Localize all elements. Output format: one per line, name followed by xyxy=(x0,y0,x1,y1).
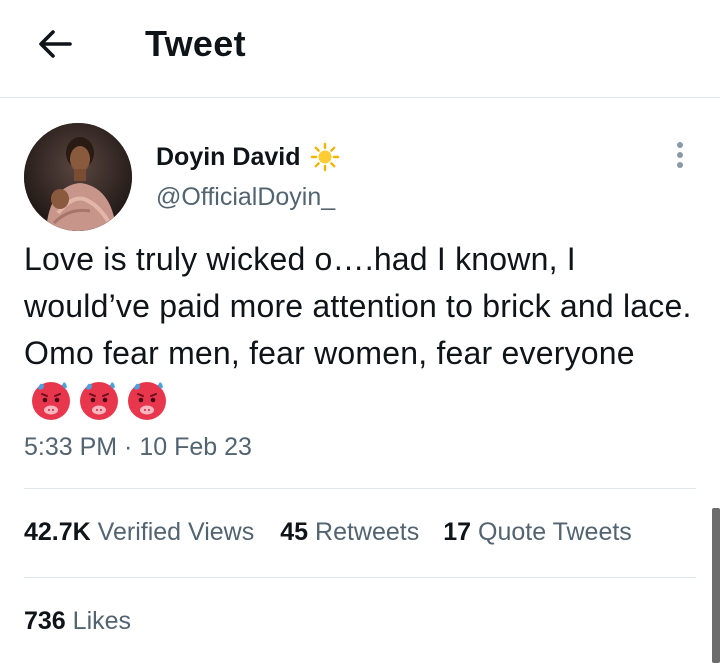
arrow-left-icon xyxy=(39,30,72,58)
anxious-sweat-face-emoji xyxy=(128,382,166,420)
views-count: 42.7K xyxy=(24,518,91,546)
quote-tweets-stat[interactable]: 17 Quote Tweets xyxy=(443,515,632,549)
engagement-stats: 42.7K Verified Views 45 Retweets 17 Quot… xyxy=(24,515,632,549)
views-stat[interactable]: 42.7K Verified Views xyxy=(24,515,254,549)
emoji-group xyxy=(30,379,168,421)
avatar[interactable] xyxy=(24,123,132,231)
more-options-button[interactable] xyxy=(664,138,696,172)
retweets-label: Retweets xyxy=(315,518,420,546)
display-name[interactable]: Doyin David xyxy=(156,141,300,173)
anxious-sweat-face-emoji xyxy=(80,382,118,420)
retweets-stat[interactable]: 45 Retweets xyxy=(280,515,419,549)
back-button[interactable] xyxy=(30,22,80,66)
anxious-sweat-face-emoji xyxy=(32,382,70,420)
divider xyxy=(24,488,696,489)
author-name-row[interactable]: Doyin David xyxy=(156,141,340,173)
tweet-body: Love is truly wicked o….had I known, I w… xyxy=(24,236,700,424)
divider xyxy=(24,577,696,578)
author-handle[interactable]: @OfficialDoyin_ xyxy=(156,181,335,213)
top-bar: Tweet xyxy=(0,0,720,98)
dot xyxy=(677,152,683,158)
likes-stat[interactable]: 736 Likes xyxy=(24,604,131,638)
page-title: Tweet xyxy=(145,23,246,64)
views-label: Verified Views xyxy=(97,518,255,546)
tweet-timestamp[interactable]: 5:33 PM · 10 Feb 23 xyxy=(24,431,252,463)
likes-count: 736 xyxy=(24,607,66,635)
quotes-label: Quote Tweets xyxy=(478,518,632,546)
tweet-text: Love is truly wicked o….had I known, I w… xyxy=(24,241,692,371)
dot xyxy=(677,142,683,148)
scrollbar[interactable] xyxy=(712,508,720,663)
quotes-count: 17 xyxy=(443,518,472,546)
dot xyxy=(677,162,683,168)
likes-label: Likes xyxy=(72,607,132,635)
retweets-count: 45 xyxy=(280,518,309,546)
sun-emoji xyxy=(311,142,340,172)
avatar-image xyxy=(24,123,132,231)
